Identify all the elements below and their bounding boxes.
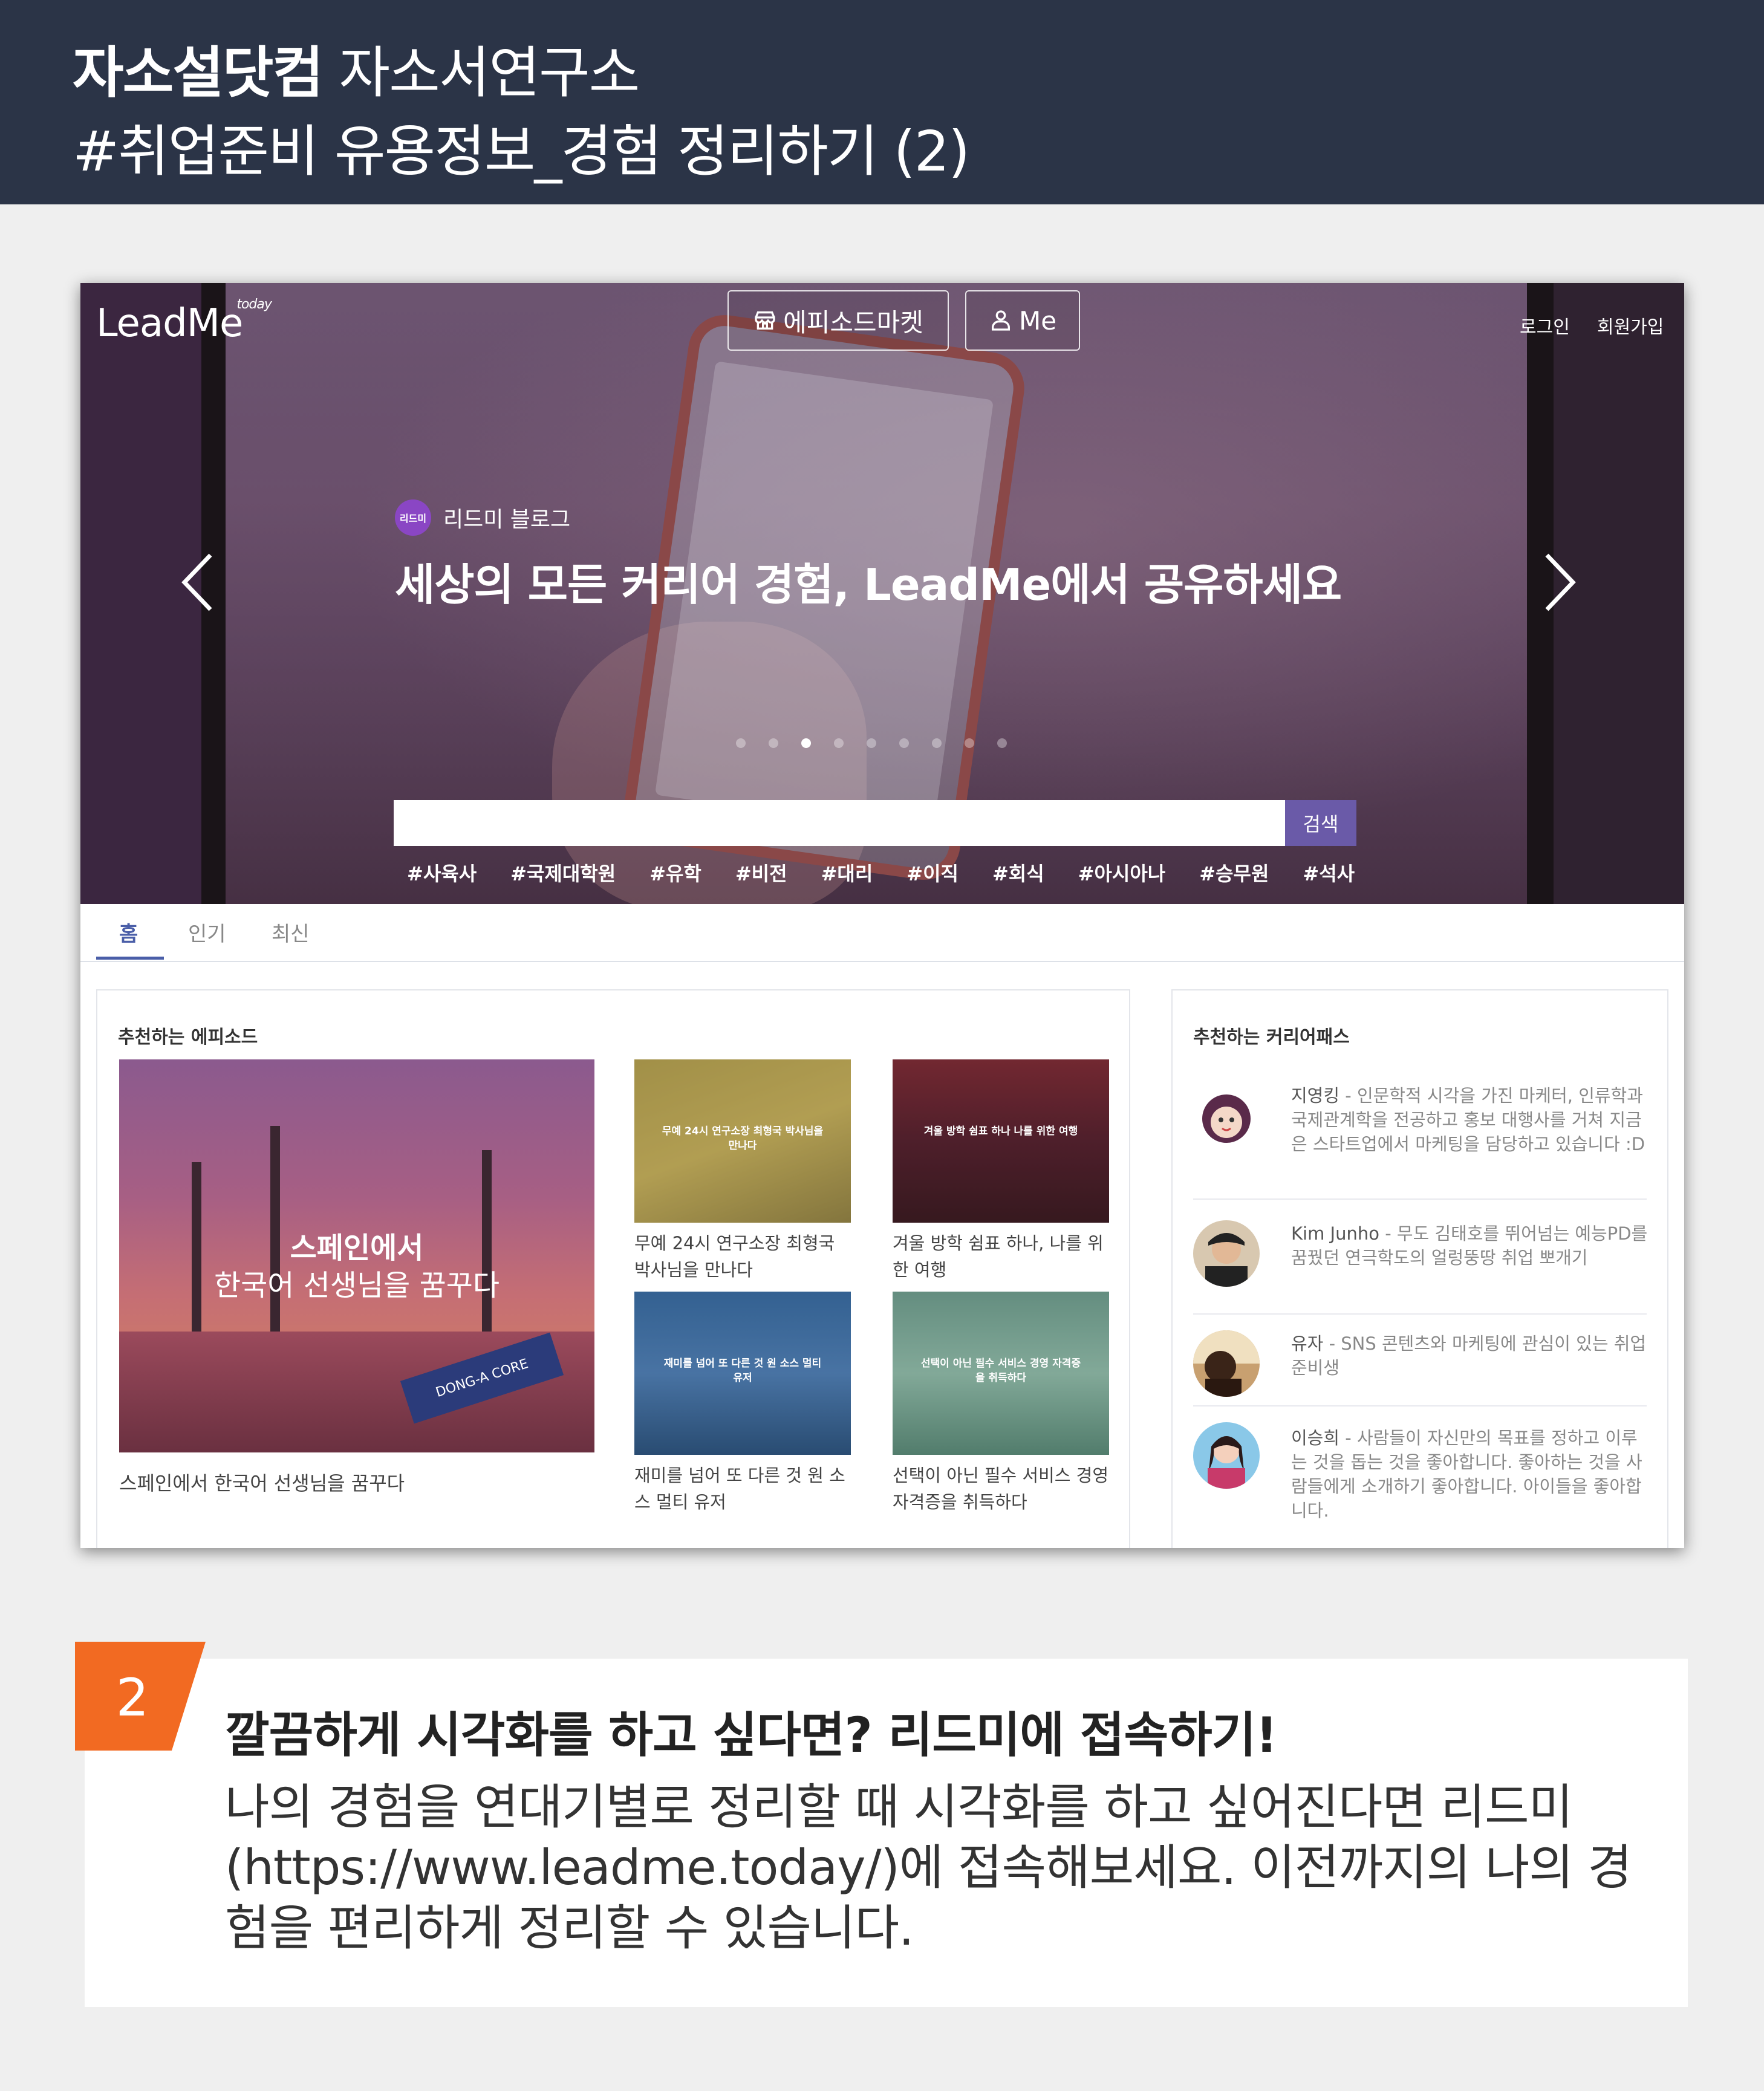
hashtag[interactable]: #국제대학원 [510,859,616,886]
carousel-dot[interactable] [801,738,811,748]
episode-caption[interactable]: 선택이 아닌 필수 서비스 경영 자격증을 취득하다 [893,1462,1109,1515]
hashtag-list: #사육사 #국제대학원 #유학 #비전 #대리 #이직 #회식 #아시아나 #승… [407,859,1355,886]
avatar [1193,1330,1260,1397]
search-input[interactable] [394,800,1285,846]
episode-caption[interactable]: 재미를 넘어 또 다른 것 원 소스 멀티 유저 [634,1462,851,1515]
avatar [1193,1220,1260,1287]
featured-episode-image[interactable]: DONG-A CORE 스페인에서 한국어 선생님을 꿈꾸다 [119,1059,594,1452]
active-tab-indicator [96,957,164,960]
hashtag[interactable]: #사육사 [407,859,477,886]
feature-overlay-line1: 스페인에서 [290,1231,424,1265]
episode-thumbnail[interactable]: 겨울 방학 쉼표 하나 나를 위한 여행 [893,1059,1109,1223]
hashtag[interactable]: #유학 [649,859,701,886]
hero-banner: LeadMetoday 에피소드마켓 Me 로그인 회원가입 리드미 리드미 블… [80,283,1684,904]
blog-label: 리드미 블로그 [443,507,571,532]
career-item[interactable]: 지영킹 - 인문학적 시각을 가진 마케터, 인류학과 국제관계학을 전공하고 … [1193,1063,1647,1200]
hashtag[interactable]: #회식 [992,859,1044,886]
hashtag[interactable]: #승무원 [1199,859,1269,886]
hashtag[interactable]: #아시아나 [1078,859,1166,886]
featured-episode-caption[interactable]: 스페인에서 한국어 선생님을 꿈꾸다 [119,1468,405,1496]
header-subtitle: #취업준비 유용정보_경험 정리하기 (2) [73,119,970,184]
hashtag[interactable]: #대리 [821,859,873,886]
carousel-dot[interactable] [834,738,844,748]
avatar [1193,1422,1260,1489]
callout-title: 깔끔하게 시각화를 하고 싶다면? 리드미에 접속하기! [225,1707,1278,1763]
tab-popular[interactable]: 인기 [188,917,226,947]
tip-callout: 깔끔하게 시각화를 하고 싶다면? 리드미에 접속하기! 나의 경험을 연대기별… [85,1659,1688,2007]
episode-thumbnail[interactable]: 무예 24시 연구소장 최형국 박사님을 만나다 [634,1059,851,1223]
store-icon [755,311,775,330]
episodes-title: 추천하는 에피소드 [118,1027,258,1048]
chevron-right-icon[interactable] [1538,549,1580,616]
content-tabs: 홈 인기 최신 [80,904,1684,962]
carousel-dot[interactable] [965,738,974,748]
header-section: 자소서연구소 [339,41,640,105]
career-item[interactable]: 이승희 - 사람들이 자신만의 목표를 정하고 이루는 것을 돕는 것을 좋아합… [1193,1406,1647,1548]
carousel-dot[interactable] [899,738,909,748]
career-desc: - SNS 콘텐츠와 마케팅에 관심이 있는 취업준비생 [1291,1333,1647,1378]
recommended-episodes-panel: 추천하는 에피소드 DONG-A CORE 스페인에서 한국어 선생님을 꿈꾸다… [96,989,1130,1548]
career-item[interactable]: 유자 - SNS 콘텐츠와 마케팅에 관심이 있는 취업준비생 [1193,1315,1647,1406]
hashtag[interactable]: #비전 [735,859,787,886]
carousel-dots[interactable] [736,738,1007,748]
hashtag[interactable]: #이직 [906,859,958,886]
signup-link[interactable]: 회원가입 [1597,312,1664,339]
header-brand: 자소설닷컴 [73,41,324,105]
step-number: 2 [116,1668,149,1728]
carousel-dot[interactable] [997,738,1007,748]
tab-home[interactable]: 홈 [119,917,138,947]
career-name: 이승희 [1291,1428,1340,1448]
carousel-dot[interactable] [769,738,778,748]
me-button[interactable]: Me [965,290,1080,351]
hero-headline: 세상의 모든 커리어 경험, LeadMe에서 공유하세요 [395,559,1342,610]
step-number-badge: 2 [75,1642,206,1751]
episode-caption[interactable]: 무예 24시 연구소장 최형국 박사님을 만나다 [634,1230,851,1283]
tab-latest[interactable]: 최신 [272,917,310,947]
leadme-screenshot: LeadMetoday 에피소드마켓 Me 로그인 회원가입 리드미 리드미 블… [80,283,1684,1548]
career-desc: - 인문학적 시각을 가진 마케터, 인류학과 국제관계학을 전공하고 홍보 대… [1291,1085,1645,1154]
career-name: Kim Junho [1291,1223,1379,1244]
leadme-logo[interactable]: LeadMetoday [96,297,278,346]
episode-thumbnail[interactable]: 재미를 넘어 또 다른 것 원 소스 멀티 유저 [634,1292,851,1455]
blog-badge: 리드미 [395,499,431,536]
user-icon [991,310,1010,331]
carousel-dot[interactable] [867,738,876,748]
feature-overlay-line2: 한국어 선생님을 꿈꾸다 [213,1269,500,1302]
career-desc: - 사람들이 자신만의 목표를 정하고 이루는 것을 돕는 것을 좋아합니다. … [1291,1428,1642,1521]
callout-body: 나의 경험을 연대기별로 정리할 때 시각화를 하고 싶어진다면 리드미(htt… [225,1779,1632,1956]
career-item[interactable]: Kim Junho - 무도 김태호를 뛰어넘는 예능PD를 꿈꿨던 연극학도의… [1193,1200,1647,1315]
recommended-careers-panel: 추천하는 커리어패스 지영킹 - 인문학적 시각을 가진 마케터, 인류학과 국… [1171,989,1668,1548]
top-header: 자소설닷컴 자소서연구소 #취업준비 유용정보_경험 정리하기 (2) [0,0,1764,204]
hashtag[interactable]: #석사 [1303,859,1355,886]
header-title: 자소설닷컴 자소서연구소 [73,28,640,108]
avatar [1193,1084,1260,1150]
episode-caption[interactable]: 겨울 방학 쉼표 하나, 나를 위한 여행 [893,1230,1109,1283]
chevron-left-icon[interactable] [177,549,220,616]
search-button[interactable]: 검색 [1285,800,1356,846]
episode-market-button[interactable]: 에피소드마켓 [727,290,949,351]
episode-thumbnail[interactable]: 선택이 아닌 필수 서비스 경영 자격증을 취득하다 [893,1292,1109,1455]
blog-tag[interactable]: 리드미 리드미 블로그 [395,499,570,536]
careers-title: 추천하는 커리어패스 [1193,1027,1350,1048]
career-name: 유자 [1291,1333,1324,1354]
login-link[interactable]: 로그인 [1520,312,1570,339]
carousel-dot[interactable] [736,738,746,748]
career-name: 지영킹 [1291,1085,1340,1106]
carousel-dot[interactable] [932,738,942,748]
